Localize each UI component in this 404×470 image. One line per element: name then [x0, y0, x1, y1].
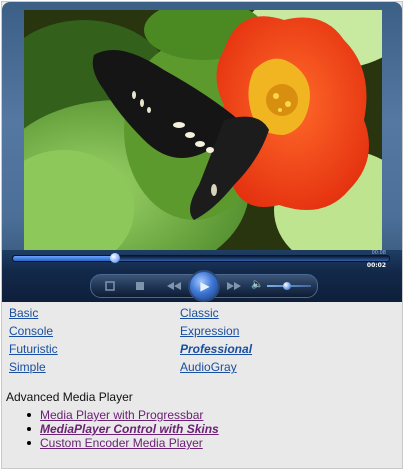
- skin-link-simple[interactable]: Simple: [9, 360, 46, 374]
- demo-link-custom-encoder[interactable]: Custom Encoder Media Player: [40, 436, 203, 450]
- current-time: 00:02: [366, 262, 386, 269]
- speaker-icon[interactable]: 🔈: [251, 279, 263, 290]
- demo-link-progressbar[interactable]: Media Player with Progressbar: [40, 408, 203, 422]
- skin-row: Futuristic Professional: [8, 341, 388, 359]
- play-icon: ▶: [200, 279, 210, 293]
- seek-bar[interactable]: [12, 253, 390, 263]
- fast-forward-icon[interactable]: [223, 279, 245, 293]
- rewind-icon[interactable]: [163, 279, 185, 293]
- transport-controls: ▶ 🔈: [90, 270, 318, 302]
- volume-slider[interactable]: [267, 282, 311, 290]
- list-item: Media Player with Progressbar: [27, 408, 219, 422]
- video-area[interactable]: [24, 10, 382, 250]
- play-button[interactable]: ▶: [188, 270, 220, 302]
- list-item: MediaPlayer Control with Skins: [27, 422, 219, 436]
- skin-link-audiogray[interactable]: AudioGray: [180, 360, 237, 374]
- volume-thumb[interactable]: [282, 282, 291, 290]
- section-title: Advanced Media Player: [6, 390, 133, 404]
- seek-bar-fill: [13, 256, 115, 261]
- skin-link-classic[interactable]: Classic: [180, 306, 219, 320]
- seek-thumb[interactable]: [109, 253, 120, 263]
- skin-link-console[interactable]: Console: [9, 324, 53, 338]
- skin-link-futuristic[interactable]: Futuristic: [9, 342, 58, 356]
- video-frame-butterfly: [24, 10, 382, 250]
- skin-links: Basic Classic Console Expression Futuris…: [8, 305, 388, 377]
- demo-list: Media Player with Progressbar MediaPlaye…: [0, 408, 219, 450]
- player-control-panel: 00:08 00:02 ▶ 🔈: [2, 250, 402, 302]
- stop-icon[interactable]: [129, 279, 151, 293]
- bullet-icon: [27, 441, 31, 445]
- demo-link-skins[interactable]: MediaPlayer Control with Skins: [40, 422, 219, 436]
- list-item: Custom Encoder Media Player: [27, 436, 219, 450]
- skin-row: Console Expression: [8, 323, 388, 341]
- skin-link-professional[interactable]: Professional: [180, 342, 252, 356]
- skin-row: Basic Classic: [8, 305, 388, 323]
- skin-link-expression[interactable]: Expression: [180, 324, 239, 338]
- bullet-icon: [27, 413, 31, 417]
- skin-row: Simple AudioGray: [8, 359, 388, 377]
- fullscreen-icon[interactable]: [99, 279, 121, 293]
- media-player: 00:08 00:02 ▶ 🔈: [2, 2, 402, 302]
- total-time: 00:08: [371, 250, 386, 256]
- skin-link-basic[interactable]: Basic: [9, 306, 38, 320]
- bullet-icon: [27, 427, 31, 431]
